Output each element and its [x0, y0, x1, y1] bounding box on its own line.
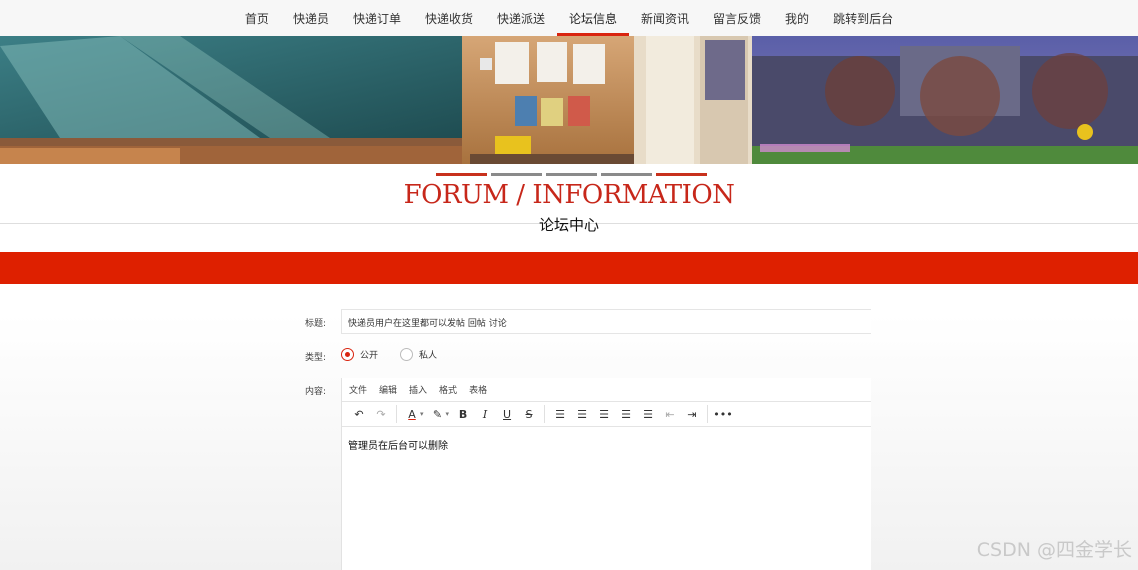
align-left-icon[interactable]: ☰ — [571, 404, 593, 424]
menu-format[interactable]: 格式 — [439, 383, 457, 396]
indent-icon[interactable]: ⇥ — [681, 404, 703, 424]
accent-band — [0, 252, 1138, 284]
page-title: FORUM / INFORMATION — [403, 180, 735, 210]
nav-item-feedback[interactable]: 留言反馈 — [701, 0, 773, 36]
title-input[interactable]: 快递员用户在这里都可以发帖 回帖 讨论 — [341, 309, 871, 334]
nav-item-admin[interactable]: 跳转到后台 — [821, 0, 905, 36]
more-icon[interactable]: ••• — [712, 404, 734, 424]
banner-image — [0, 36, 1138, 164]
nav-item-courier[interactable]: 快递员 — [281, 0, 341, 36]
nav-item-news[interactable]: 新闻资讯 — [629, 0, 701, 36]
align-justify-icon[interactable]: ☰ — [637, 404, 659, 424]
outdent-icon[interactable]: ⇤ — [659, 404, 681, 424]
menu-edit[interactable]: 编辑 — [379, 383, 397, 396]
rich-text-editor: 文件 编辑 插入 格式 表格 ↶ ↷ A ▾ ✎ ▾ B I U S ☰ ☰ ☰… — [341, 378, 871, 570]
type-option-public-label[interactable]: 公开 — [360, 348, 378, 361]
nav-item-receiving[interactable]: 快递收货 — [413, 0, 485, 36]
top-nav: 首页 快递员 快递订单 快递收货 快递派送 论坛信息 新闻资讯 留言反馈 我的 … — [0, 0, 1138, 36]
list-icon[interactable]: ☰ — [549, 404, 571, 424]
underline-icon[interactable]: U — [496, 404, 518, 424]
title-decoration — [436, 173, 707, 176]
title-label: 标题: — [305, 319, 327, 329]
align-center-icon[interactable]: ☰ — [593, 404, 615, 424]
menu-table[interactable]: 表格 — [469, 383, 487, 396]
nav-item-delivery[interactable]: 快递派送 — [485, 0, 557, 36]
redo-icon[interactable]: ↷ — [370, 404, 392, 424]
nav-item-home[interactable]: 首页 — [233, 0, 281, 36]
highlight-dropdown-icon[interactable]: ▾ — [446, 410, 450, 418]
editor-content[interactable]: 管理员在后台可以删除 — [342, 427, 871, 462]
editor-menubar: 文件 编辑 插入 格式 表格 — [342, 378, 871, 401]
nav-item-mine[interactable]: 我的 — [773, 0, 821, 36]
type-option-private-label[interactable]: 私人 — [419, 348, 437, 361]
menu-file[interactable]: 文件 — [349, 383, 367, 396]
watermark: CSDN @四金学长 — [976, 539, 1132, 561]
content-label: 内容: — [305, 387, 327, 397]
menu-insert[interactable]: 插入 — [409, 383, 427, 396]
text-color-dropdown-icon[interactable]: ▾ — [420, 410, 424, 418]
bold-icon[interactable]: B — [452, 404, 474, 424]
undo-icon[interactable]: ↶ — [348, 404, 370, 424]
nav-item-orders[interactable]: 快递订单 — [341, 0, 413, 36]
type-radio-public[interactable] — [341, 348, 354, 361]
nav-item-forum[interactable]: 论坛信息 — [557, 0, 630, 36]
type-radio-group: 公开 私人 — [341, 348, 437, 361]
strikethrough-icon[interactable]: S — [518, 404, 540, 424]
italic-icon[interactable]: I — [474, 404, 496, 424]
align-right-icon[interactable]: ☰ — [615, 404, 637, 424]
page-subtitle: 论坛中心 — [538, 216, 599, 234]
type-label: 类型: — [305, 353, 327, 363]
editor-toolbar: ↶ ↷ A ▾ ✎ ▾ B I U S ☰ ☰ ☰ ☰ ☰ ⇤ ⇥ ••• — [342, 401, 871, 427]
type-radio-private[interactable] — [400, 348, 414, 361]
